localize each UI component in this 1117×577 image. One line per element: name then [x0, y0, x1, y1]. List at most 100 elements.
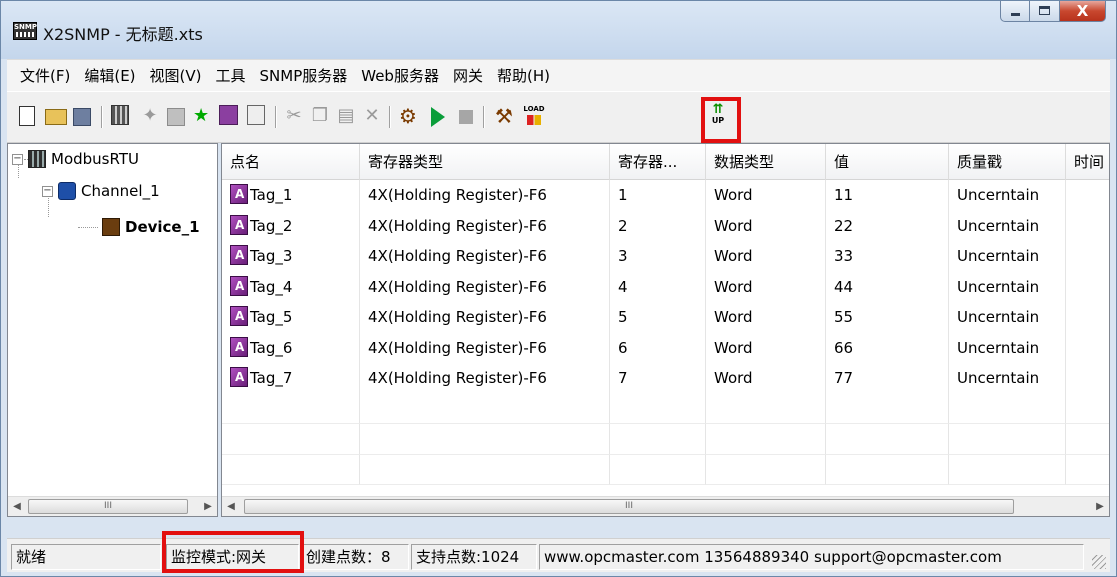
tag-icon	[230, 245, 248, 265]
table-row[interactable]: Tag_3 4X(Holding Register)-F6 3 Word 33 …	[222, 241, 1109, 272]
toolbar-separator	[275, 106, 277, 128]
tag-name: Tag_7	[250, 369, 293, 387]
monitor-icon[interactable]: ⚙	[399, 105, 421, 127]
resize-grip-icon[interactable]	[1092, 555, 1106, 569]
column-header-value[interactable]: 值	[826, 144, 949, 180]
load-icon[interactable]: LOAD	[523, 105, 545, 127]
column-header-register-type[interactable]: 寄存器类型	[360, 144, 610, 180]
menu-edit[interactable]: 编辑(E)	[77, 65, 142, 86]
cell-data-type: Word	[706, 210, 826, 241]
empty-cell	[360, 454, 610, 485]
cell-register: 7	[610, 363, 706, 394]
toolbar-separator	[483, 106, 485, 128]
new-file-icon[interactable]	[19, 106, 35, 126]
table-horizontal-scrollbar[interactable]: ◀ III ▶	[222, 496, 1109, 516]
scroll-left-icon[interactable]: ◀	[8, 497, 26, 516]
cell-register: 3	[610, 241, 706, 272]
tag-name: Tag_4	[250, 277, 293, 296]
collapse-toggle-icon[interactable]: −	[12, 153, 23, 165]
cell-quality: Uncerntain	[949, 271, 1066, 302]
cell-register: 5	[610, 302, 706, 333]
stop-icon[interactable]	[459, 110, 473, 124]
settings-tools-icon[interactable]: ⚒	[495, 105, 517, 127]
table-row-empty	[222, 393, 1109, 424]
tree-node-device[interactable]: Device_1	[102, 216, 200, 238]
empty-cell	[706, 393, 826, 424]
cut-icon[interactable]: ✂	[283, 105, 305, 127]
cell-data-type: Word	[706, 271, 826, 302]
table-body: Tag_1 4X(Holding Register)-F6 1 Word 11 …	[222, 180, 1109, 485]
table-row[interactable]: Tag_7 4X(Holding Register)-F6 7 Word 77 …	[222, 363, 1109, 394]
properties-icon[interactable]	[247, 105, 265, 125]
column-header-quality[interactable]: 质量戳	[949, 144, 1066, 180]
scroll-left-icon[interactable]: ◀	[222, 497, 240, 516]
empty-cell	[360, 424, 610, 455]
empty-cell	[706, 424, 826, 455]
scroll-right-icon[interactable]: ▶	[1091, 497, 1109, 516]
add-device-icon[interactable]: ✦	[139, 105, 161, 127]
menu-tools[interactable]: 工具	[209, 65, 253, 86]
cell-data-type: Word	[706, 241, 826, 272]
new-tag-icon[interactable]: ★	[193, 105, 215, 127]
menu-web-server[interactable]: Web服务器	[354, 65, 446, 86]
menu-file[interactable]: 文件(F)	[13, 65, 77, 86]
tree-node-root[interactable]: − ModbusRTU	[12, 148, 139, 170]
add-channel-icon[interactable]	[111, 105, 129, 125]
column-header-data-type[interactable]: 数据类型	[706, 144, 826, 180]
tree-horizontal-scrollbar[interactable]: ◀ III ▶	[8, 496, 217, 516]
table-header: 点名 寄存器类型 寄存器... 数据类型 值 质量戳 时间	[222, 144, 1109, 180]
table-row[interactable]: Tag_1 4X(Holding Register)-F6 1 Word 11 …	[222, 180, 1109, 211]
cell-quality: Uncerntain	[949, 180, 1066, 211]
cell-quality: Uncerntain	[949, 210, 1066, 241]
collapse-toggle-icon[interactable]: −	[42, 185, 53, 197]
tag-icon	[230, 367, 248, 387]
cell-time	[1066, 302, 1109, 333]
save-icon[interactable]	[73, 108, 91, 126]
scroll-right-icon[interactable]: ▶	[199, 497, 217, 516]
cell-time	[1066, 333, 1109, 364]
channel-icon	[58, 182, 76, 200]
cell-name: Tag_6	[222, 332, 360, 363]
copy-icon[interactable]: ❐	[309, 105, 331, 127]
empty-cell	[360, 393, 610, 424]
run-icon[interactable]	[431, 107, 445, 127]
paste-icon[interactable]: ▤	[335, 105, 357, 127]
tree-node-channel[interactable]: − Channel_1	[42, 180, 160, 202]
tree-label-device: Device_1	[125, 218, 200, 236]
cell-value: 11	[826, 180, 949, 211]
menu-snmp-server[interactable]: SNMP服务器	[253, 65, 355, 86]
table-row-empty	[222, 454, 1109, 485]
table-row[interactable]: Tag_5 4X(Holding Register)-F6 5 Word 55 …	[222, 302, 1109, 333]
open-folder-icon[interactable]	[45, 109, 67, 125]
app-snmp-icon: SNMP	[13, 22, 37, 40]
menu-gateway[interactable]: 网关	[446, 65, 490, 86]
table-row[interactable]: Tag_2 4X(Holding Register)-F6 2 Word 22 …	[222, 210, 1109, 241]
cell-name: Tag_3	[222, 241, 360, 272]
column-header-time[interactable]: 时间	[1066, 144, 1109, 180]
tag-name: Tag_6	[250, 338, 293, 357]
column-header-name[interactable]: 点名	[222, 144, 360, 180]
column-header-register[interactable]: 寄存器...	[610, 144, 706, 180]
cell-register-type: 4X(Holding Register)-F6	[360, 271, 610, 302]
tag-icon	[230, 306, 248, 326]
cell-time	[1066, 241, 1109, 272]
tree-label-channel: Channel_1	[81, 182, 160, 200]
tag-icon[interactable]	[219, 105, 238, 125]
maximize-button[interactable]	[1030, 1, 1060, 22]
menu-view[interactable]: 视图(V)	[143, 65, 209, 86]
cell-quality: Uncerntain	[949, 302, 1066, 333]
table-row[interactable]: Tag_4 4X(Holding Register)-F6 4 Word 44 …	[222, 271, 1109, 302]
empty-cell	[949, 424, 1066, 455]
empty-cell	[222, 454, 360, 485]
title-bar[interactable]: SNMP X2SNMP - 无标题.xts X	[1, 1, 1116, 59]
empty-cell	[706, 454, 826, 485]
scroll-thumb[interactable]: III	[244, 499, 1014, 514]
scroll-thumb[interactable]: III	[28, 499, 188, 514]
window-controls: X	[1000, 1, 1106, 23]
device-properties-icon[interactable]	[167, 108, 185, 126]
menu-help[interactable]: 帮助(H)	[490, 65, 557, 86]
close-button[interactable]: X	[1060, 1, 1106, 22]
table-row[interactable]: Tag_6 4X(Holding Register)-F6 6 Word 66 …	[222, 332, 1109, 364]
minimize-button[interactable]	[1000, 1, 1030, 22]
delete-icon[interactable]: ✕	[361, 105, 383, 127]
